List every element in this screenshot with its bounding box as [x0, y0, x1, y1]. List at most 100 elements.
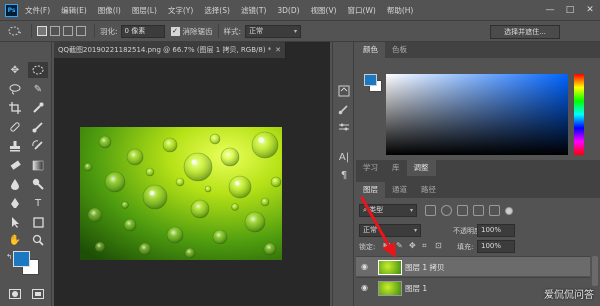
screen-mode-icon[interactable] — [28, 286, 48, 302]
red-annotation-arrow — [360, 196, 396, 258]
panel-scrollbar[interactable] — [592, 256, 598, 286]
tab-color[interactable]: 颜色 — [356, 42, 385, 58]
pen-tool-icon[interactable] — [5, 195, 25, 211]
clone-stamp-tool-icon[interactable] — [5, 138, 25, 154]
menu-image[interactable]: 图像(I) — [98, 5, 121, 16]
close-button[interactable]: ✕ — [580, 0, 600, 20]
adjustment-filter-icon[interactable] — [441, 205, 452, 216]
eye-icon[interactable]: ◉ — [361, 262, 368, 271]
lock-artboard-icon[interactable]: ⌗ — [422, 241, 427, 251]
antialias-checkbox[interactable]: ✓ — [170, 26, 180, 36]
color-picker-field[interactable] — [386, 74, 568, 155]
feather-input[interactable]: 0 像素 — [120, 24, 165, 38]
close-tab-icon[interactable]: ✕ — [275, 42, 281, 58]
chevron-down-icon: ▾ — [413, 227, 417, 234]
crop-tool-icon[interactable] — [5, 100, 25, 116]
quick-selection-tool-icon[interactable]: ✎ — [28, 81, 48, 97]
subtract-selection-icon[interactable] — [63, 26, 73, 36]
color-panel: 颜色 色板 — [356, 42, 600, 160]
hue-slider[interactable] — [574, 74, 584, 155]
select-and-mask-button[interactable]: 选择并遮住... — [490, 25, 560, 39]
tab-adjustments[interactable]: 调整 — [406, 160, 436, 176]
document-title: QQ截图20190221182514.png @ 66.7% (图层 1 拷贝,… — [58, 46, 272, 54]
menu-3d[interactable]: 3D(D) — [277, 6, 299, 15]
layer-thumbnail — [378, 281, 402, 296]
type-tool-icon[interactable]: T — [28, 195, 48, 211]
brush-settings-icon[interactable] — [336, 102, 352, 116]
watermark: 爱侃侃问答 — [544, 290, 594, 301]
tab-paths[interactable]: 路径 — [414, 182, 443, 198]
divider — [31, 24, 32, 38]
style-label: 样式: — [223, 26, 242, 36]
history-brush-tool-icon[interactable] — [28, 138, 48, 154]
collapsed-panel-dock: A| ¶ — [332, 42, 354, 306]
lasso-tool-icon[interactable] — [5, 81, 25, 97]
learn-libraries-adjustments-panel: 学习 库 调整 — [356, 160, 600, 182]
foreground-color-swatch[interactable] — [364, 74, 377, 86]
menu-window[interactable]: 窗口(W) — [348, 5, 376, 16]
feather-label: 羽化: — [100, 26, 118, 36]
window-controls: — □ ✕ — [540, 0, 600, 20]
document-window: QQ截图20190221182514.png @ 66.7% (图层 1 拷贝,… — [54, 42, 330, 306]
swap-colors-icon[interactable]: ↰ — [5, 253, 13, 261]
menu-type[interactable]: 文字(Y) — [168, 5, 193, 16]
menu-help[interactable]: 帮助(H) — [387, 5, 414, 16]
eye-icon[interactable]: ◉ — [361, 283, 368, 292]
menu-bar: Ps 文件(F) 编辑(E) 图像(I) 图层(L) 文字(Y) 选择(S) 滤… — [0, 0, 600, 20]
gradient-tool-icon[interactable] — [28, 157, 48, 173]
style-select[interactable]: 正常 ▾ — [245, 24, 302, 38]
fill-input[interactable]: 100% — [477, 240, 515, 253]
menu-select[interactable]: 选择(S) — [204, 5, 230, 16]
eyedropper-tool-icon[interactable] — [28, 100, 48, 116]
document-tab[interactable]: QQ截图20190221182514.png @ 66.7% (图层 1 拷贝,… — [54, 42, 286, 58]
tools-panel: ✥ ✎ T ✋ ↰ — [0, 42, 52, 306]
character-panel-icon[interactable]: A| — [336, 150, 352, 164]
opacity-input[interactable]: 100% — [477, 224, 515, 237]
blur-tool-icon[interactable] — [5, 176, 25, 192]
healing-brush-tool-icon[interactable] — [5, 119, 25, 135]
tab-swatches[interactable]: 色板 — [385, 42, 414, 58]
layer-thumbnail — [378, 260, 402, 275]
move-tool-icon[interactable]: ✥ — [5, 62, 25, 78]
paragraph-panel-icon[interactable]: ¶ — [336, 168, 352, 182]
history-panel-icon[interactable] — [336, 84, 352, 98]
menu-view[interactable]: 视图(V) — [311, 5, 337, 16]
minimize-button[interactable]: — — [540, 0, 560, 20]
lib-panel-tabs: 学习 库 调整 — [356, 160, 600, 176]
menu-file[interactable]: 文件(F) — [25, 5, 50, 16]
adjustments-sliders-icon[interactable] — [336, 120, 352, 134]
menu-filter[interactable]: 滤镜(T) — [241, 5, 266, 16]
new-selection-icon[interactable] — [37, 26, 47, 36]
lock-all-icon[interactable]: ⊡ — [435, 241, 442, 250]
shape-filter-icon[interactable] — [473, 205, 484, 216]
type-filter-icon[interactable] — [457, 205, 468, 216]
rectangle-tool-icon[interactable] — [28, 214, 48, 230]
menu-edit[interactable]: 编辑(E) — [61, 5, 87, 16]
pixel-filter-icon[interactable] — [425, 205, 436, 216]
add-selection-icon[interactable] — [50, 26, 60, 36]
path-selection-tool-icon[interactable] — [5, 214, 25, 230]
dodge-tool-icon[interactable] — [28, 176, 48, 192]
options-bar: 羽化: 0 像素 ✓ 消除锯齿 样式: 正常 ▾ 选择并遮住... — [0, 20, 600, 42]
lock-position-icon[interactable]: ✥ — [409, 241, 416, 250]
eraser-tool-icon[interactable] — [5, 157, 25, 173]
divider — [94, 24, 95, 38]
quick-mask-icon[interactable] — [5, 286, 25, 302]
brush-tool-icon[interactable] — [28, 119, 48, 135]
maximize-button[interactable]: □ — [560, 0, 580, 20]
photoshop-logo: Ps — [5, 3, 18, 17]
menu-layer[interactable]: 图层(L) — [132, 5, 157, 16]
layer-name[interactable]: 图层 1 拷贝 — [405, 262, 445, 273]
foreground-color-swatch[interactable] — [13, 251, 30, 267]
filter-toggle-icon[interactable] — [505, 206, 513, 215]
hand-tool-icon[interactable]: ✋ — [5, 232, 25, 248]
zoom-tool-icon[interactable] — [28, 232, 48, 248]
layer-name[interactable]: 图层 1 — [405, 283, 427, 294]
canvas-image[interactable] — [80, 127, 282, 260]
tab-learn[interactable]: 学习 — [356, 160, 385, 176]
smart-object-filter-icon[interactable] — [489, 205, 500, 216]
tab-libraries[interactable]: 库 — [385, 160, 407, 176]
elliptical-marquee-tool-icon[interactable] — [28, 62, 48, 78]
marquee-preset-icon[interactable] — [4, 23, 26, 39]
intersect-selection-icon[interactable] — [76, 26, 86, 36]
